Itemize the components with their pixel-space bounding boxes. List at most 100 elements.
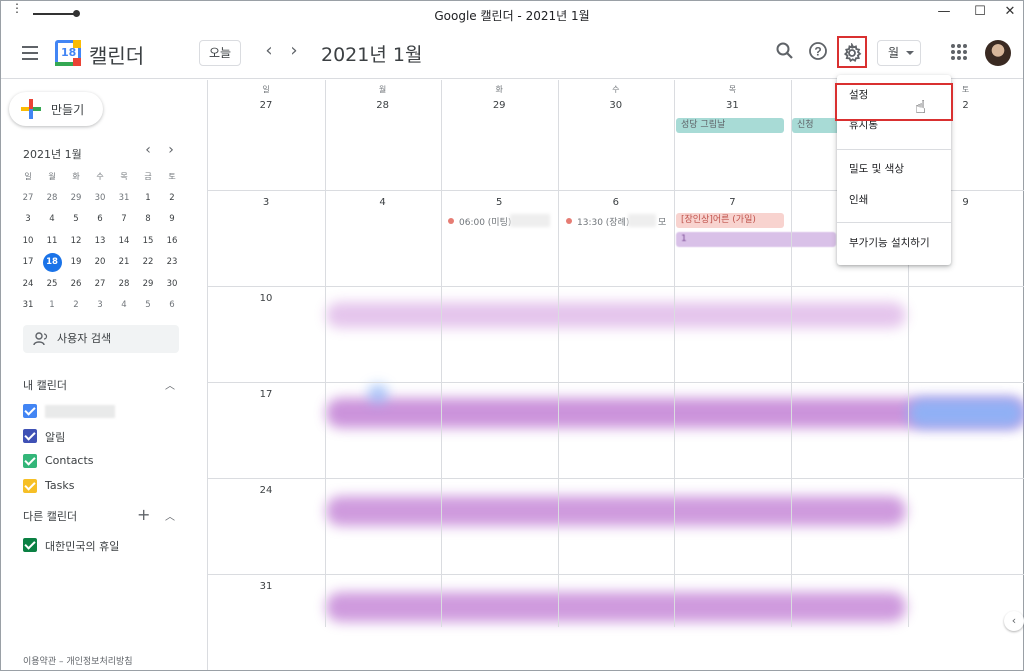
mini-day[interactable]: 9 bbox=[160, 209, 184, 231]
mini-day[interactable]: 5 bbox=[136, 295, 160, 317]
mini-day[interactable]: 2 bbox=[160, 188, 184, 210]
mini-next-month-button[interactable]: › bbox=[163, 142, 179, 158]
mini-day[interactable]: 13 bbox=[88, 231, 112, 253]
day-number[interactable]: 28 bbox=[325, 100, 441, 111]
mini-day[interactable]: 16 bbox=[160, 231, 184, 253]
chevron-up-icon[interactable]: ︿ bbox=[165, 377, 175, 392]
settings-button[interactable] bbox=[837, 36, 867, 68]
day-number[interactable]: 6 bbox=[558, 197, 674, 208]
chevron-up-icon[interactable]: ︿ bbox=[165, 508, 175, 523]
add-calendar-icon[interactable]: + bbox=[137, 505, 150, 524]
footer-links[interactable]: 이용약관 – 개인정보처리방침 bbox=[23, 654, 133, 667]
day-number[interactable]: 5 bbox=[441, 197, 557, 208]
mini-day[interactable]: 1 bbox=[40, 295, 64, 317]
help-icon[interactable]: ? bbox=[806, 41, 830, 65]
people-search-input[interactable]: 사용자 검색 bbox=[23, 325, 179, 353]
mini-day[interactable]: 26 bbox=[64, 274, 88, 296]
blurred-event[interactable] bbox=[326, 496, 906, 526]
day-number[interactable]: 31 bbox=[208, 581, 324, 592]
menu-item-addons[interactable]: 부가기능 설치하기 bbox=[837, 228, 951, 258]
day-number[interactable]: 24 bbox=[208, 485, 324, 496]
main-menu-icon[interactable] bbox=[19, 42, 41, 64]
my-calendars-title[interactable]: 내 캘린더 bbox=[23, 377, 67, 393]
calendar-checkbox[interactable] bbox=[23, 454, 37, 468]
day-number[interactable]: 27 bbox=[208, 100, 324, 111]
mini-day[interactable]: 12 bbox=[64, 231, 88, 253]
blurred-event[interactable] bbox=[908, 398, 1024, 428]
mini-day[interactable]: 22 bbox=[136, 252, 160, 274]
day-number[interactable]: 3 bbox=[208, 197, 324, 208]
day-number[interactable]: 31 bbox=[674, 100, 790, 111]
view-switcher[interactable]: 월 bbox=[877, 40, 921, 66]
mini-day[interactable]: 11 bbox=[40, 231, 64, 253]
minimize-button[interactable]: — bbox=[929, 3, 959, 23]
mini-day[interactable]: 7 bbox=[112, 209, 136, 231]
mini-day[interactable]: 27 bbox=[88, 274, 112, 296]
event-chip[interactable]: 성당 그림날 bbox=[676, 118, 784, 133]
maximize-button[interactable]: ☐ bbox=[965, 3, 995, 23]
mini-prev-month-button[interactable]: ‹ bbox=[140, 142, 156, 158]
calendar-checkbox[interactable] bbox=[23, 538, 37, 552]
mini-day[interactable]: 28 bbox=[112, 274, 136, 296]
mini-day[interactable]: 6 bbox=[160, 295, 184, 317]
mini-day[interactable]: 5 bbox=[64, 209, 88, 231]
redacted-text bbox=[628, 214, 656, 227]
mini-day[interactable]: 31 bbox=[16, 295, 40, 317]
mini-day[interactable]: 17 bbox=[16, 252, 40, 274]
mini-day[interactable]: 15 bbox=[136, 231, 160, 253]
mini-day[interactable]: 29 bbox=[64, 188, 88, 210]
day-number[interactable]: 4 bbox=[325, 197, 441, 208]
mini-day[interactable]: 8 bbox=[136, 209, 160, 231]
mini-day[interactable]: 6 bbox=[88, 209, 112, 231]
next-period-button[interactable]: › bbox=[282, 40, 306, 64]
mini-day[interactable]: 14 bbox=[112, 231, 136, 253]
mini-day[interactable]: 3 bbox=[88, 295, 112, 317]
blurred-event[interactable] bbox=[326, 302, 906, 328]
event-chip[interactable]: [장인상]어른 (가일) bbox=[676, 213, 784, 228]
avatar[interactable] bbox=[985, 40, 1011, 66]
create-button[interactable]: 만들기 bbox=[9, 92, 103, 126]
blurred-event[interactable] bbox=[326, 592, 906, 622]
day-number[interactable]: 7 bbox=[674, 197, 790, 208]
other-calendars-title[interactable]: 다른 캘린더 bbox=[23, 508, 77, 524]
calendar-checkbox[interactable] bbox=[23, 429, 37, 443]
mini-day[interactable]: 23 bbox=[160, 252, 184, 274]
blurred-event[interactable] bbox=[368, 384, 388, 404]
menu-item-print[interactable]: 인쇄 bbox=[837, 185, 951, 215]
menu-item-density-color[interactable]: 밀도 및 색상 bbox=[837, 154, 951, 184]
today-button[interactable]: 오늘 bbox=[199, 40, 241, 66]
mini-day[interactable]: 1 bbox=[136, 188, 160, 210]
day-number[interactable]: 17 bbox=[208, 389, 324, 400]
day-number[interactable]: 30 bbox=[558, 100, 674, 111]
mini-day[interactable]: 28 bbox=[40, 188, 64, 210]
mini-day[interactable]: 25 bbox=[40, 274, 64, 296]
mini-day[interactable]: 3 bbox=[16, 209, 40, 231]
event-chip[interactable]: 1 bbox=[676, 232, 836, 247]
mini-day[interactable]: 24 bbox=[16, 274, 40, 296]
mini-day[interactable]: 31 bbox=[112, 188, 136, 210]
mini-day[interactable]: 20 bbox=[88, 252, 112, 274]
mini-day[interactable]: 4 bbox=[40, 209, 64, 231]
mini-day[interactable]: 2 bbox=[64, 295, 88, 317]
google-apps-icon[interactable] bbox=[951, 44, 967, 60]
mini-day[interactable]: 4 bbox=[112, 295, 136, 317]
mini-day[interactable]: 30 bbox=[160, 274, 184, 296]
mini-day[interactable]: 30 bbox=[88, 188, 112, 210]
people-search-placeholder: 사용자 검색 bbox=[57, 332, 112, 345]
mini-day[interactable]: 19 bbox=[64, 252, 88, 274]
calendar-checkbox[interactable] bbox=[23, 479, 37, 493]
day-number[interactable]: 10 bbox=[208, 293, 324, 304]
mini-day[interactable]: 27 bbox=[16, 188, 40, 210]
prev-period-button[interactable]: ‹ bbox=[257, 40, 281, 64]
event-dot-item[interactable]: 13:30 (장례) bbox=[566, 215, 629, 228]
side-panel-toggle[interactable]: ‹ bbox=[1004, 611, 1024, 631]
mini-day[interactable]: 21 bbox=[112, 252, 136, 274]
mini-day[interactable]: 10 bbox=[16, 231, 40, 253]
close-button[interactable]: ✕ bbox=[995, 3, 1024, 23]
day-number[interactable]: 29 bbox=[441, 100, 557, 111]
event-dot-item[interactable]: 06:00 (미팅) bbox=[448, 215, 511, 228]
mini-day[interactable]: 18 bbox=[40, 252, 64, 274]
calendar-checkbox[interactable] bbox=[23, 404, 37, 418]
mini-day[interactable]: 29 bbox=[136, 274, 160, 296]
search-icon[interactable] bbox=[773, 41, 797, 65]
